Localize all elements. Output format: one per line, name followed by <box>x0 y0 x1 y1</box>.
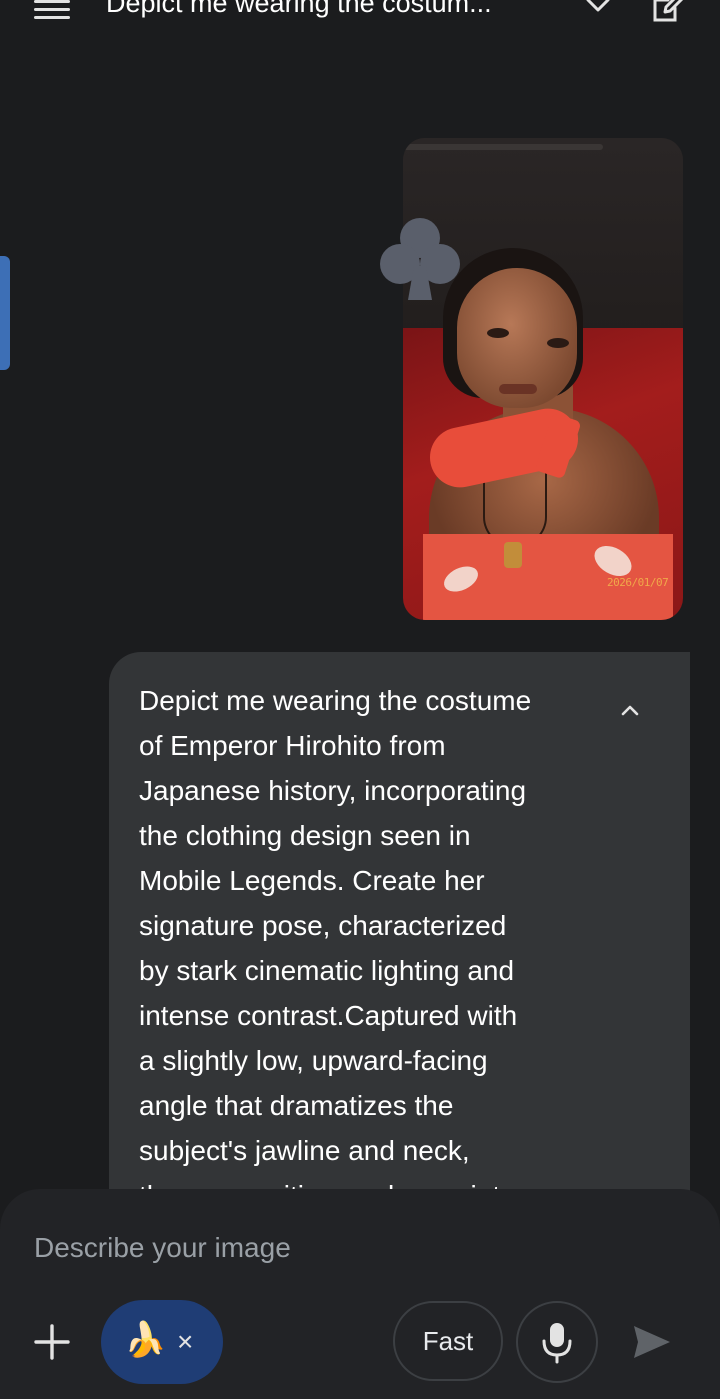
message-line: Japanese history, incorporating <box>139 775 527 806</box>
message-line: of Emperor Hirohito from <box>139 730 446 761</box>
prompt-input[interactable]: Describe your image <box>34 1232 291 1264</box>
message-line: angle that dramatizes the <box>139 1090 454 1121</box>
message-text: Depict me wearing the costume of Emperor… <box>139 678 589 1212</box>
photo-date-stamp: 2026/01/07 <box>607 576 669 589</box>
composer-panel <box>0 1189 720 1399</box>
chevron-down-icon[interactable] <box>584 0 612 18</box>
edit-icon[interactable] <box>650 0 686 24</box>
image-tool-chip[interactable]: 🍌 × <box>101 1300 223 1384</box>
message-line: intense contrast.Captured with <box>139 1000 518 1031</box>
side-panel-handle[interactable] <box>0 256 10 370</box>
message-line: Mobile Legends. Create her <box>139 865 485 896</box>
chevron-up-icon[interactable] <box>619 702 641 718</box>
send-icon[interactable] <box>632 1324 672 1360</box>
plus-icon[interactable] <box>34 1324 70 1360</box>
message-line: Depict me wearing the costume <box>139 685 532 716</box>
user-message-bubble: Depict me wearing the costume of Emperor… <box>109 652 690 1212</box>
close-icon[interactable]: × <box>177 1326 199 1357</box>
club-icon <box>380 218 460 300</box>
mode-selector-button[interactable]: Fast <box>393 1301 503 1381</box>
banana-icon: 🍌 <box>124 1321 167 1359</box>
message-line: a slightly low, upward-facing <box>139 1045 488 1076</box>
message-line: subject's jawline and neck, <box>139 1135 470 1166</box>
message-line: the clothing design seen in <box>139 820 471 851</box>
menu-icon[interactable] <box>34 0 70 22</box>
mode-label: Fast <box>422 1326 474 1356</box>
top-bar: Depict me wearing the costum... <box>0 0 720 40</box>
message-line: signature pose, characterized <box>139 910 507 941</box>
conversation-title[interactable]: Depict me wearing the costum... <box>106 0 492 19</box>
mic-icon <box>542 1323 572 1364</box>
mic-button[interactable] <box>516 1301 598 1383</box>
message-line: by stark cinematic lighting and <box>139 955 515 986</box>
